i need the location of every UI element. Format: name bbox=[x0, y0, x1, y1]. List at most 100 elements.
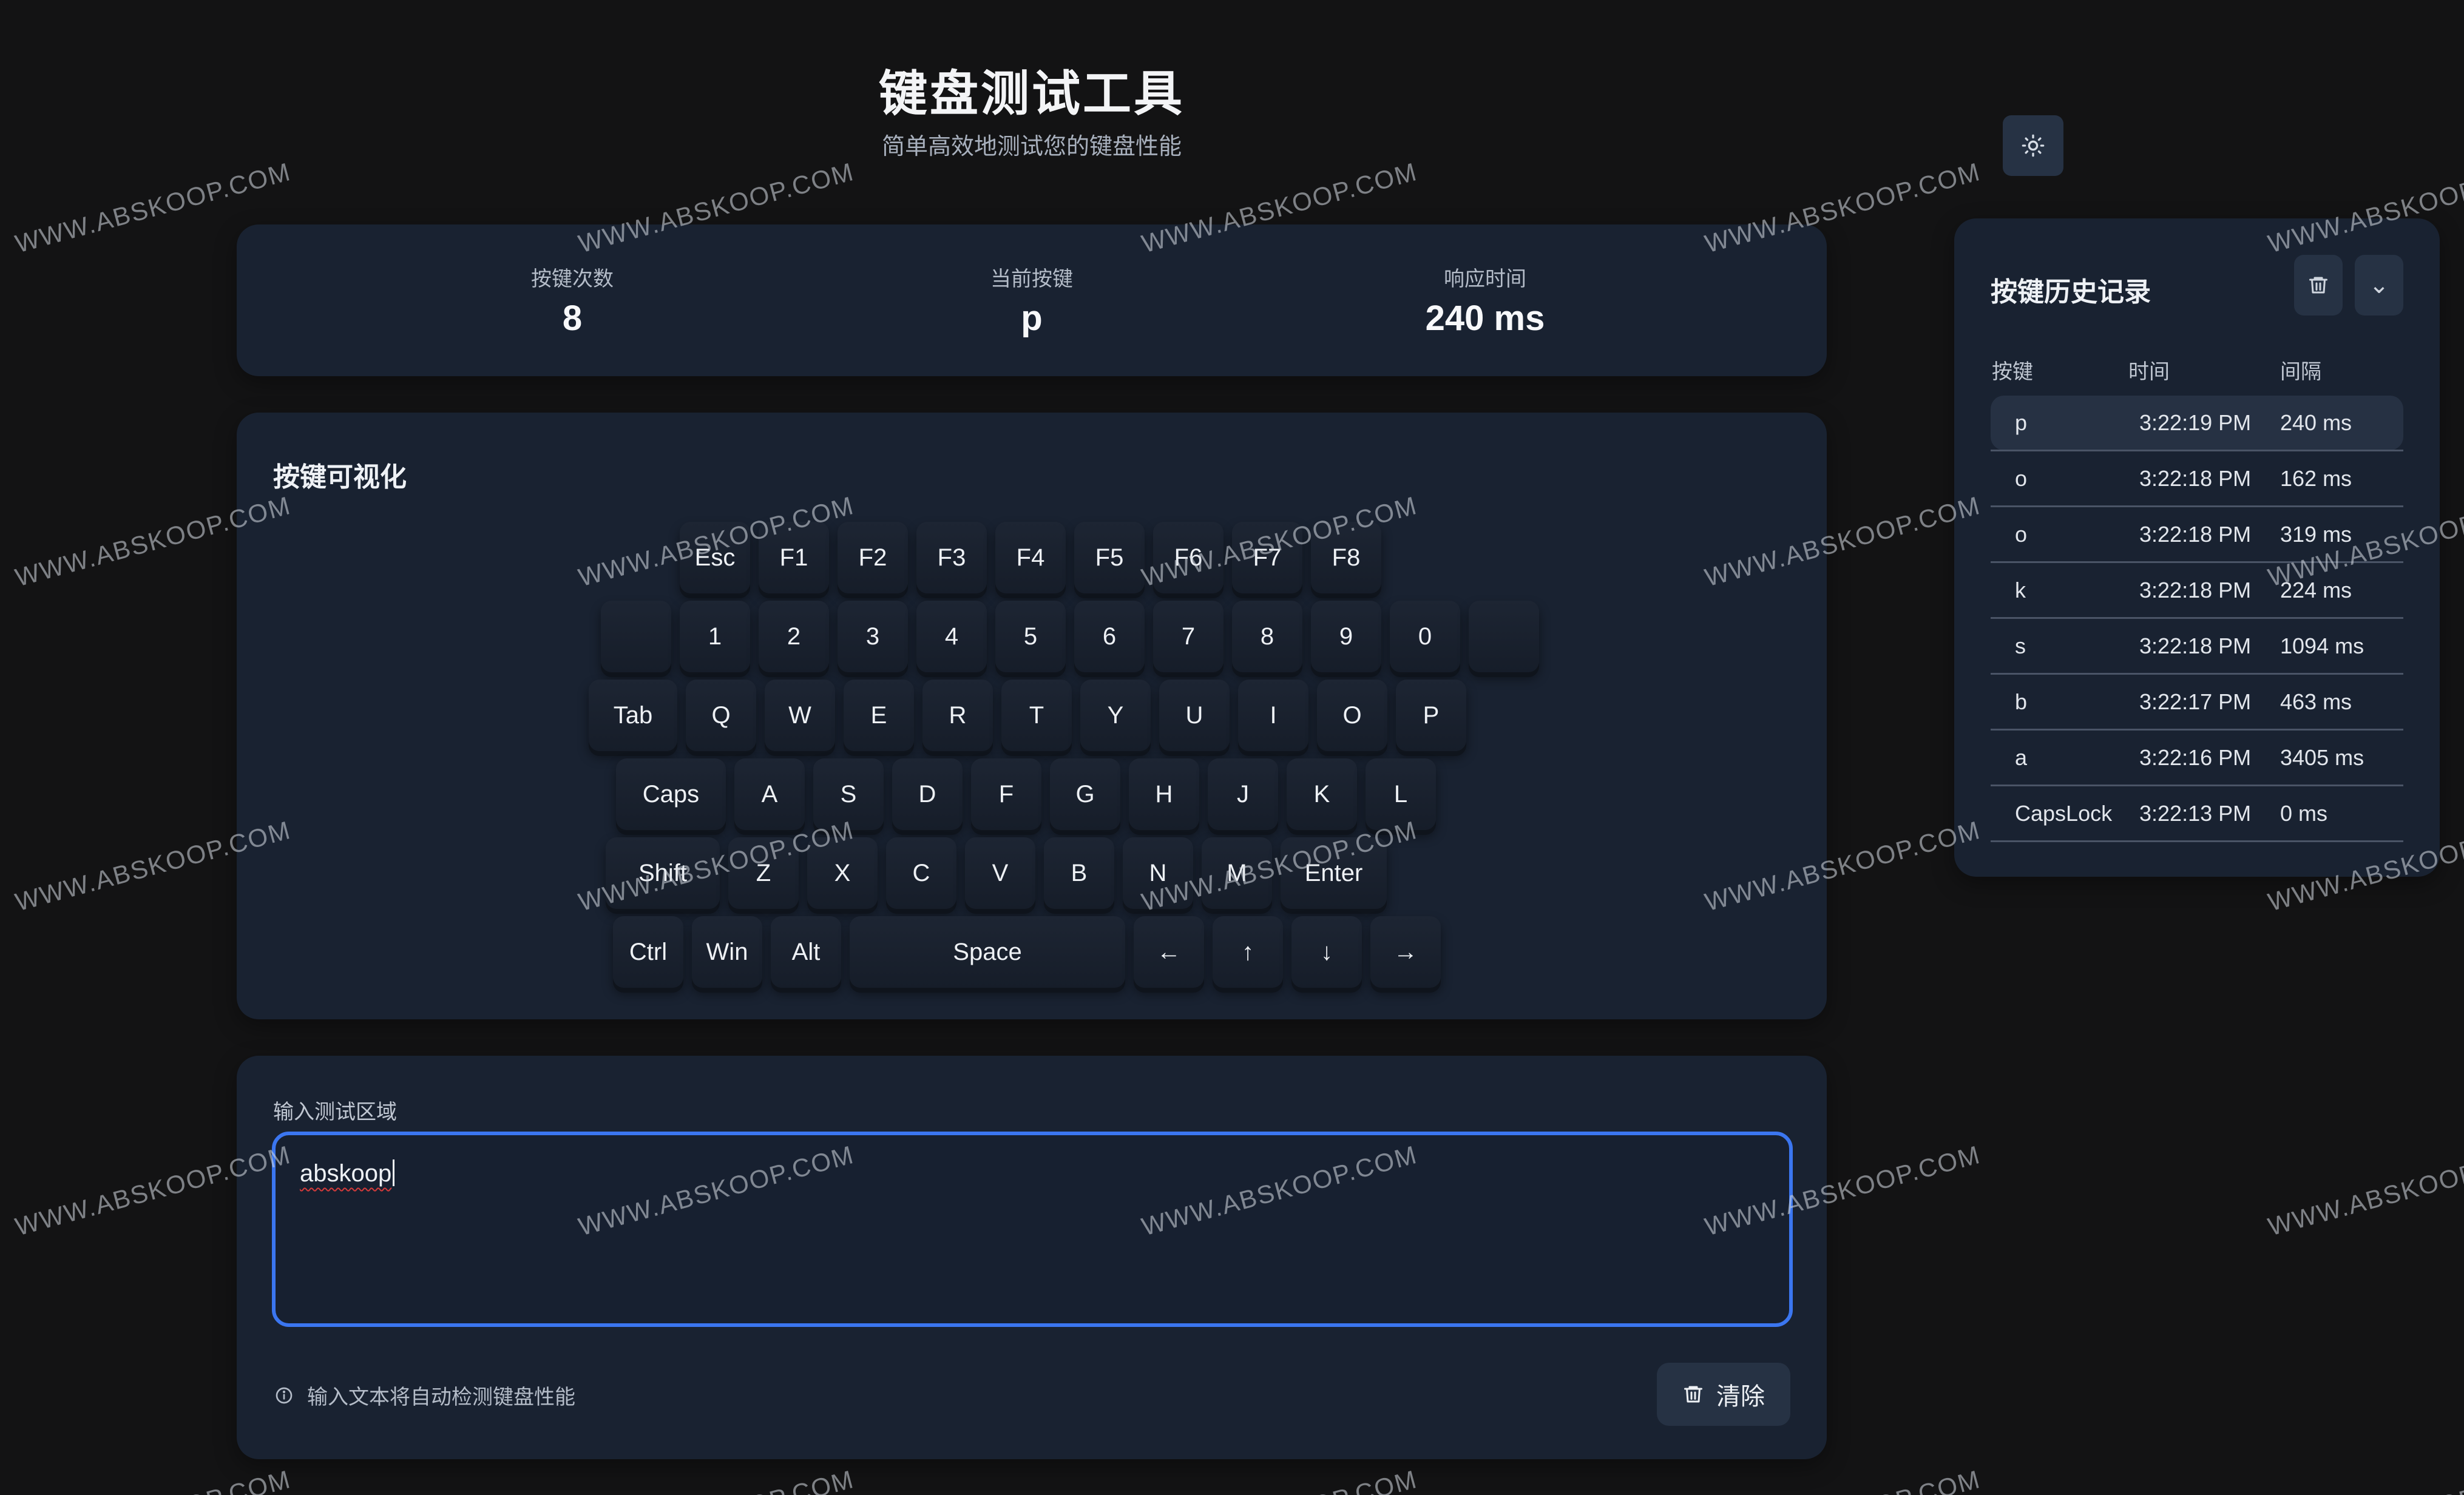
key-x: X bbox=[807, 837, 878, 909]
key-b: B bbox=[1044, 837, 1114, 909]
key-o: O bbox=[1317, 680, 1387, 751]
key-g: G bbox=[1050, 758, 1120, 830]
history-cell-time: 3:22:13 PM bbox=[2139, 801, 2252, 826]
history-cell-time: 3:22:18 PM bbox=[2139, 466, 2252, 491]
history-cell-interval: 3405 ms bbox=[2280, 745, 2364, 770]
stat-response-time-value: 240 ms bbox=[1425, 299, 1545, 338]
history-row: p 3:22:19 PM 240 ms bbox=[1991, 396, 2403, 451]
key-f2: F2 bbox=[838, 522, 908, 593]
history-cell-interval: 224 ms bbox=[2280, 578, 2352, 602]
trash-icon bbox=[2309, 277, 2327, 294]
key-y: Y bbox=[1080, 680, 1151, 751]
watermark-text: WWW.ABSKOOP.COM bbox=[1139, 1465, 1420, 1495]
stats-panel: 按键次数 8 当前按键 p 响应时间 240 ms bbox=[237, 224, 1827, 376]
history-cell-time: 3:22:16 PM bbox=[2139, 745, 2252, 770]
history-cell-time: 3:22:19 PM bbox=[2139, 410, 2252, 435]
page-subtitle: 简单高效地测试您的键盘性能 bbox=[881, 134, 1182, 160]
textarea-value: abskoop bbox=[300, 1160, 392, 1187]
history-cell-time: 3:22:18 PM bbox=[2139, 633, 2252, 658]
key-f5: F5 bbox=[1074, 522, 1145, 593]
info-icon bbox=[276, 1387, 293, 1403]
key-5: 5 bbox=[995, 601, 1066, 672]
clear-button-label: 清除 bbox=[1716, 1383, 1765, 1410]
key-win: Win bbox=[692, 916, 762, 988]
key-8: 8 bbox=[1232, 601, 1302, 672]
history-row: b 3:22:17 PM 463 ms bbox=[1991, 675, 2403, 731]
key-q: Q bbox=[686, 680, 756, 751]
key-v: V bbox=[965, 837, 1035, 909]
key-caps: Caps bbox=[616, 758, 726, 830]
history-cell-interval: 0 ms bbox=[2280, 801, 2328, 826]
input-panel: 输入测试区域 abskoop 输入文本将自动检测键盘性能 清除 bbox=[237, 1056, 1827, 1459]
history-title: 按键历史记录 bbox=[1991, 277, 2151, 307]
history-row: CapsLock 3:22:13 PM 0 ms bbox=[1991, 786, 2403, 842]
key-f3: F3 bbox=[916, 522, 987, 593]
history-cell-key: o bbox=[2015, 466, 2028, 491]
key-enter: Enter bbox=[1281, 837, 1387, 909]
key-esc: Esc bbox=[680, 522, 750, 593]
key-a: A bbox=[734, 758, 805, 830]
key-k: K bbox=[1287, 758, 1357, 830]
key-space: Space bbox=[850, 916, 1125, 988]
key-s: S bbox=[813, 758, 884, 830]
key-arrow-down: ↓ bbox=[1291, 916, 1362, 988]
key-f7: F7 bbox=[1232, 522, 1302, 593]
history-col-key: 按键 bbox=[1992, 360, 2033, 383]
history-cell-key: o bbox=[2015, 522, 2028, 547]
history-cell-key: a bbox=[2015, 745, 2028, 770]
key-arrow-up: ↑ bbox=[1213, 916, 1283, 988]
stat-current-key-value: p bbox=[1021, 299, 1043, 338]
key-d: D bbox=[892, 758, 963, 830]
key-9: 9 bbox=[1311, 601, 1381, 672]
trash-icon bbox=[1684, 1386, 1702, 1403]
key-h: H bbox=[1129, 758, 1199, 830]
key-z: Z bbox=[728, 837, 799, 909]
key-arrow-right: → bbox=[1370, 916, 1441, 988]
key-4: 4 bbox=[916, 601, 987, 672]
history-cell-key: k bbox=[2015, 578, 2026, 602]
history-cell-key: b bbox=[2015, 689, 2028, 714]
key-u: U bbox=[1159, 680, 1230, 751]
watermark-text: WWW.ABSKOOP.COM bbox=[2265, 1139, 2464, 1241]
export-history-button[interactable]: ⌄ bbox=[2355, 255, 2403, 316]
chevron-down-icon: ⌄ bbox=[2369, 272, 2389, 299]
key-f: F bbox=[971, 758, 1041, 830]
key-blank bbox=[601, 601, 671, 672]
page-header: 键盘测试工具 简单高效地测试您的键盘性能 bbox=[237, 55, 2063, 176]
stat-key-count-value: 8 bbox=[562, 299, 583, 338]
history-cell-time: 3:22:17 PM bbox=[2139, 689, 2252, 714]
history-row: k 3:22:18 PM 224 ms bbox=[1991, 563, 2403, 619]
clear-history-button[interactable] bbox=[2294, 255, 2343, 316]
test-textarea[interactable]: abskoop bbox=[272, 1132, 1793, 1327]
key-ctrl: Ctrl bbox=[613, 916, 683, 988]
key-p: P bbox=[1396, 680, 1466, 751]
key-t: T bbox=[1001, 680, 1072, 751]
history-cell-time: 3:22:18 PM bbox=[2139, 522, 2252, 547]
watermark-text: WWW.ABSKOOP.COM bbox=[1702, 1465, 1983, 1495]
key-0: 0 bbox=[1390, 601, 1460, 672]
history-cell-key: s bbox=[2015, 633, 2026, 658]
key-arrow-left: ← bbox=[1134, 916, 1204, 988]
key-m: M bbox=[1202, 837, 1272, 909]
key-shift: Shift bbox=[606, 837, 720, 909]
history-row: o 3:22:18 PM 162 ms bbox=[1991, 451, 2403, 507]
history-cell-key: p bbox=[2015, 410, 2028, 435]
key-alt: Alt bbox=[771, 916, 841, 988]
key-n: N bbox=[1123, 837, 1193, 909]
theme-toggle-button[interactable] bbox=[2003, 115, 2063, 176]
stat-key-count-label: 按键次数 bbox=[531, 268, 614, 291]
history-col-time: 时间 bbox=[2128, 360, 2170, 383]
key-2: 2 bbox=[759, 601, 829, 672]
page-title: 键盘测试工具 bbox=[879, 67, 1185, 121]
key-3: 3 bbox=[838, 601, 908, 672]
key-1: 1 bbox=[680, 601, 750, 672]
history-row-divider bbox=[1991, 840, 2403, 842]
key-f1: F1 bbox=[759, 522, 829, 593]
input-hint-text: 输入文本将自动检测键盘性能 bbox=[307, 1386, 575, 1409]
history-col-interval: 间隔 bbox=[2280, 360, 2321, 383]
clear-button[interactable]: 清除 bbox=[1657, 1363, 1790, 1426]
stat-key-count: 按键次数 8 bbox=[390, 262, 754, 339]
history-cell-time: 3:22:18 PM bbox=[2139, 578, 2252, 602]
key-c: C bbox=[886, 837, 956, 909]
key-f8: F8 bbox=[1311, 522, 1381, 593]
